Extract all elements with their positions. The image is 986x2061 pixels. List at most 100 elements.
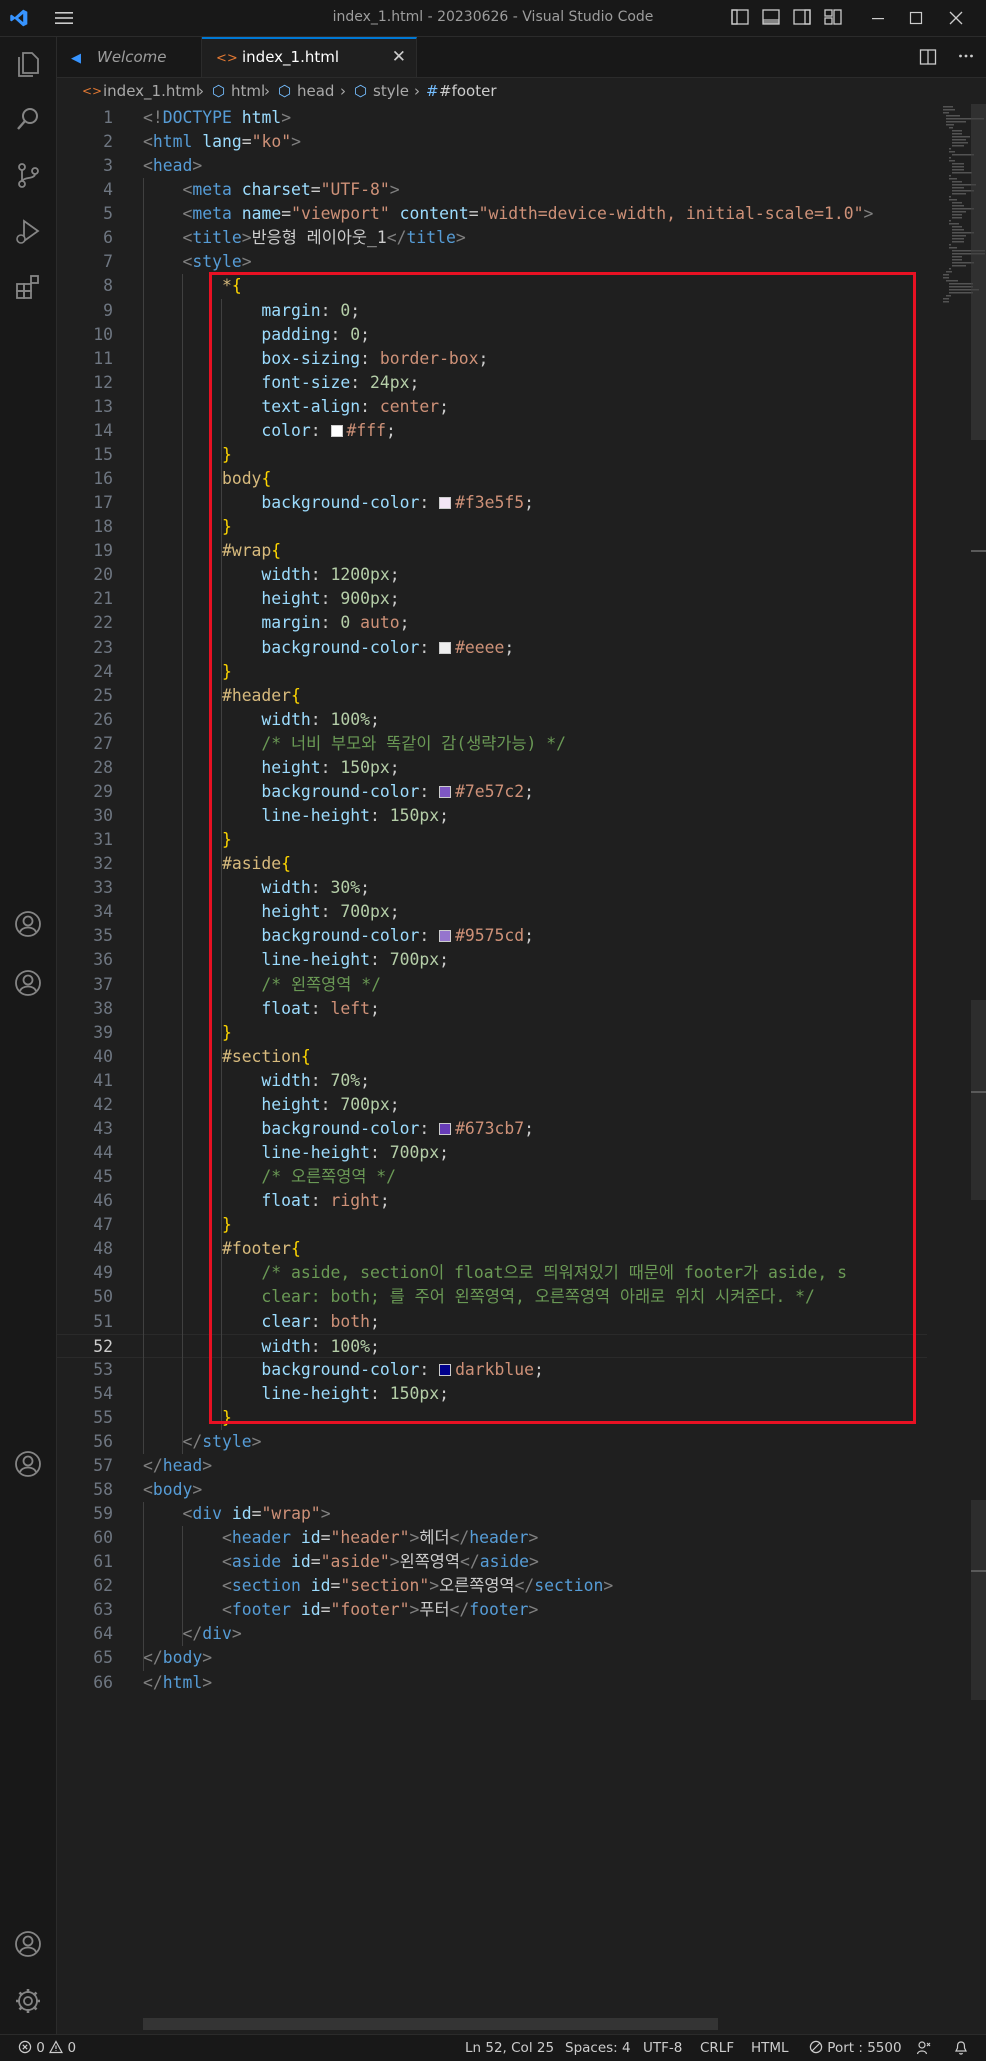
line-number: 64 [93, 1624, 113, 1644]
line-number: 36 [93, 950, 113, 970]
line-number: 56 [93, 1431, 113, 1451]
breadcrumb-item[interactable]: html [231, 78, 265, 104]
run-debug-icon[interactable] [12, 215, 44, 247]
line-number: 2 [103, 132, 113, 152]
code-text: <aside id="aside">왼쪽영역</aside> [221, 1552, 539, 1572]
code-line[interactable]: 6 <title>반응형 레이아웃_1</title> [57, 226, 927, 250]
split-editor-icon[interactable] [919, 48, 937, 66]
customize-layout-icon[interactable] [824, 9, 842, 25]
code-line[interactable]: 65 </body> [57, 1646, 927, 1670]
code-text: <html lang="ko"> [143, 132, 301, 152]
encoding-setting[interactable]: UTF-8 [643, 2035, 682, 2061]
tab-label: index_1.html [242, 48, 340, 66]
code-text: <body> [143, 1479, 203, 1499]
horizontal-scrollbar-thumb[interactable] [143, 2018, 718, 2030]
line-number: 7 [103, 252, 113, 272]
code-line[interactable]: 3 <head> [57, 154, 927, 178]
vertical-scrollbar-thumb[interactable] [971, 104, 986, 440]
line-number: 24 [93, 661, 113, 681]
line-number: 66 [93, 1672, 113, 1692]
code-line[interactable]: 64 </div> [57, 1622, 927, 1646]
more-actions-icon[interactable] [957, 47, 975, 65]
indent-guide [143, 178, 144, 1454]
line-number: 3 [103, 156, 113, 176]
code-editor[interactable]: 1 <!DOCTYPE html> 2 <html lang="ko"> 3 <head>… [57, 104, 986, 2035]
code-line[interactable]: 57 </head> [57, 1454, 927, 1478]
code-line[interactable]: 5 <meta name="viewport" content="width=d… [57, 202, 927, 226]
language-mode[interactable]: HTML [751, 2035, 789, 2061]
live-server-port[interactable]: Port : 5500 [809, 2035, 902, 2061]
indent-guide [143, 1502, 144, 1671]
no-entry-icon [809, 2040, 823, 2054]
notifications-bell-icon[interactable] [953, 2040, 969, 2056]
source-control-icon[interactable] [12, 159, 44, 191]
code-line[interactable]: 56 </style> [57, 1430, 927, 1454]
toggle-secondary-sidebar-icon[interactable] [793, 9, 811, 25]
element-icon: ⬡ [278, 82, 292, 100]
account-icon[interactable] [12, 908, 44, 940]
line-number: 19 [93, 541, 113, 561]
line-number: 50 [93, 1287, 113, 1307]
line-number: 48 [93, 1239, 113, 1259]
code-line[interactable]: 66 </html> [57, 1671, 927, 1695]
cursor-position[interactable]: Ln 52, Col 25 [465, 2035, 554, 2061]
line-number: 60 [93, 1528, 113, 1548]
close-tab-icon[interactable]: ✕ [392, 39, 406, 75]
tab-label: Welcome [97, 48, 167, 66]
accounts-icon[interactable] [12, 1928, 44, 1960]
code-line[interactable]: 4 <meta charset="UTF-8"> [57, 178, 927, 202]
toggle-panel-icon[interactable] [762, 9, 780, 25]
code-text: <section id="section">오른쪽영역</section> [221, 1576, 614, 1596]
code-line[interactable]: 1 <!DOCTYPE html> [57, 106, 927, 130]
code-line[interactable]: 59 <div id="wrap"> [57, 1502, 927, 1526]
line-number: 62 [93, 1576, 113, 1596]
code-text: <meta name="viewport" content="width=dev… [182, 204, 874, 224]
scrollbar-overview-segment [971, 1000, 986, 1200]
account-icon[interactable] [12, 967, 44, 999]
line-number: 16 [93, 469, 113, 489]
activity-bar [0, 37, 57, 2034]
minimize-icon[interactable] [869, 9, 887, 27]
line-number: 65 [93, 1648, 113, 1668]
eol-setting[interactable]: CRLF [700, 2035, 734, 2061]
search-icon[interactable] [12, 103, 44, 135]
tab-index-html[interactable]: <> index_1.html ✕ [202, 37, 417, 77]
selector-icon: # [426, 82, 439, 100]
explorer-icon[interactable] [12, 47, 44, 79]
line-number: 52 [93, 1336, 113, 1356]
problems-indicator[interactable]: 0 0 [18, 2035, 76, 2061]
chevron-right-icon: › [414, 82, 420, 100]
code-line[interactable]: 7 <style> [57, 250, 927, 274]
line-number: 45 [93, 1167, 113, 1187]
breadcrumb-item[interactable]: #footer [439, 78, 496, 104]
html-file-icon: <> [82, 84, 103, 98]
line-number: 27 [93, 733, 113, 753]
account-icon[interactable] [12, 1448, 44, 1480]
feedback-icon[interactable] [916, 2040, 932, 2056]
toggle-primary-sidebar-icon[interactable] [731, 9, 749, 25]
tab-welcome[interactable]: ◀ Welcome [57, 37, 202, 77]
extensions-icon[interactable] [12, 271, 44, 303]
close-window-icon[interactable] [947, 9, 965, 27]
line-number: 21 [93, 589, 113, 609]
line-number: 39 [93, 1022, 113, 1042]
code-line[interactable]: 2 <html lang="ko"> [57, 130, 927, 154]
line-number: 61 [93, 1552, 113, 1572]
settings-gear-icon[interactable] [12, 1985, 44, 2017]
code-line[interactable]: 61 <aside id="aside">왼쪽영역</aside> [57, 1550, 927, 1574]
breadcrumb-item[interactable]: index_1.html [103, 78, 200, 104]
line-number: 59 [93, 1504, 113, 1524]
code-text: </head> [143, 1455, 213, 1475]
line-number: 55 [93, 1407, 113, 1427]
line-number: 49 [93, 1263, 113, 1283]
line-number: 32 [93, 854, 113, 874]
code-text: </style> [182, 1431, 262, 1451]
code-line[interactable]: 58 <body> [57, 1478, 927, 1502]
code-line[interactable]: 63 <footer id="footer">푸터</footer> [57, 1598, 927, 1622]
breadcrumb-item[interactable]: style [373, 78, 409, 104]
maximize-icon[interactable] [907, 9, 925, 27]
breadcrumb-item[interactable]: head [297, 78, 334, 104]
indentation-setting[interactable]: Spaces: 4 [565, 2035, 631, 2061]
code-line[interactable]: 62 <section id="section">오른쪽영역</section> [57, 1574, 927, 1598]
code-line[interactable]: 60 <header id="header">헤더</header> [57, 1526, 927, 1550]
